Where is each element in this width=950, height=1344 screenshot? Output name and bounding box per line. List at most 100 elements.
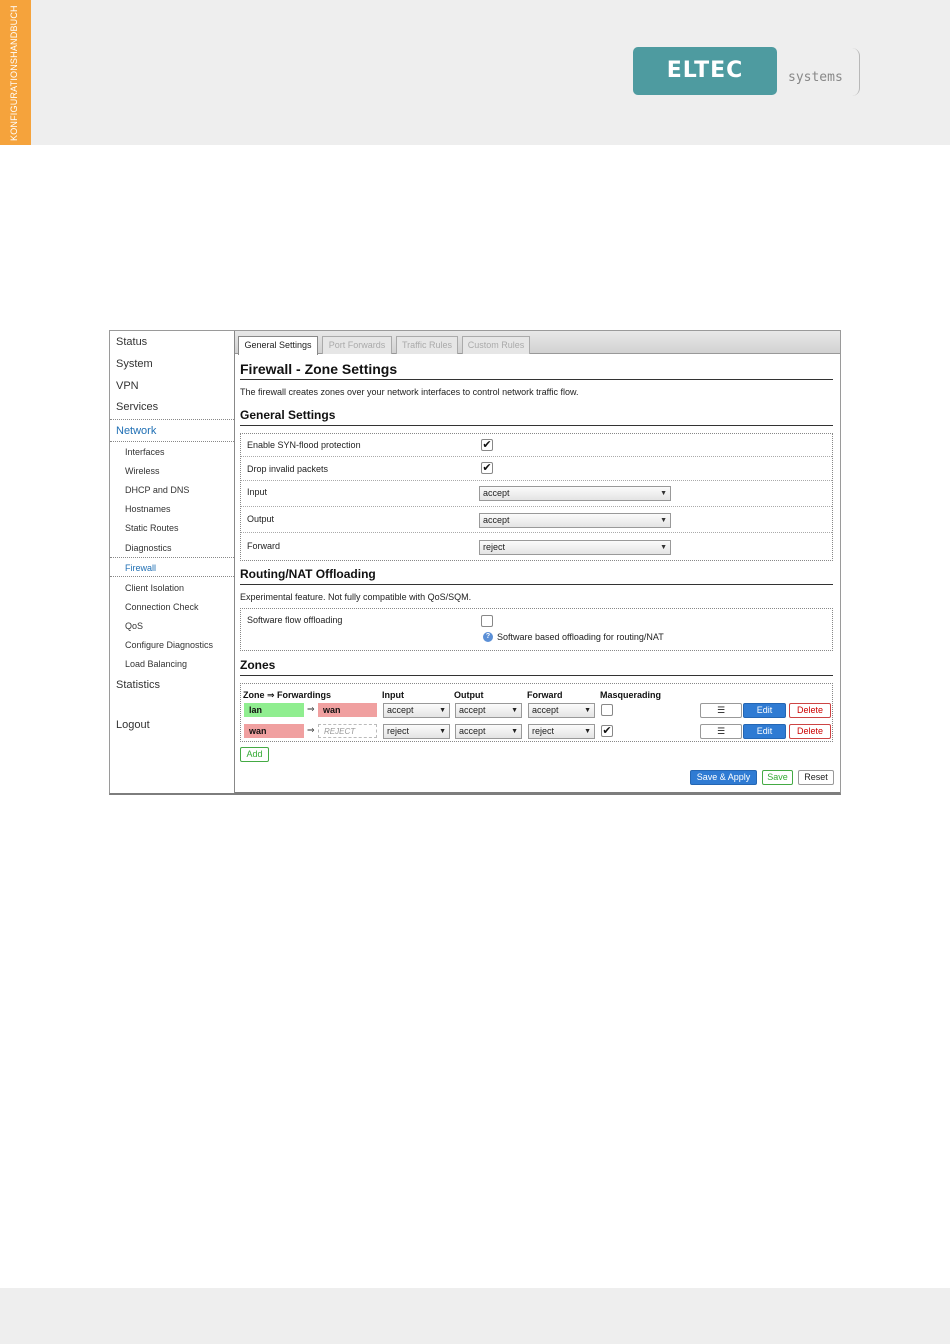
general-settings-box: Enable SYN-flood protection ✔ Drop inval… <box>240 433 833 561</box>
sidebar-sub-firewall[interactable]: Firewall <box>125 563 156 573</box>
sidebar-sub-dhcp-dns[interactable]: DHCP and DNS <box>125 485 189 495</box>
sidebar-item-statistics[interactable]: Statistics <box>116 679 160 691</box>
divider <box>240 675 833 676</box>
zones-heading: Zones <box>240 658 276 672</box>
tab-general-settings[interactable]: General Settings <box>238 336 318 355</box>
col-header-input: Input <box>382 690 404 700</box>
forward-arrow: ⇒ <box>307 725 315 735</box>
select-value: accept <box>387 705 414 715</box>
output-policy-select[interactable]: accept ▼ <box>479 513 671 528</box>
sidebar-sub-wireless[interactable]: Wireless <box>125 466 160 476</box>
chevron-down-icon: ▼ <box>660 544 667 551</box>
zone-target-reject: REJECT <box>318 724 377 738</box>
general-settings-heading: General Settings <box>240 408 336 422</box>
col-header-forward: Forward <box>527 690 563 700</box>
masquerading-checkbox[interactable] <box>601 704 613 716</box>
divider <box>241 532 832 533</box>
divider <box>240 425 833 426</box>
sidebar-item-system[interactable]: System <box>116 358 153 370</box>
sidebar-sub-hostnames[interactable]: Hostnames <box>125 504 171 514</box>
reorder-button[interactable]: ☰ <box>700 703 742 718</box>
syn-flood-label: Enable SYN-flood protection <box>247 440 361 450</box>
masquerading-checkbox[interactable]: ✔ <box>601 725 613 737</box>
forward-arrow: ⇒ <box>307 704 315 714</box>
zones-table: Zone ⇒ Forwardings Input Output Forward … <box>240 683 833 742</box>
divider <box>241 480 832 481</box>
save-apply-button[interactable]: Save & Apply <box>690 770 757 785</box>
sidebar-item-services[interactable]: Services <box>116 401 158 413</box>
tab-port-forwards[interactable]: Port Forwards <box>322 336 392 354</box>
flow-offloading-hint: Software based offloading for routing/NA… <box>497 632 664 642</box>
offloading-description: Experimental feature. Not fully compatib… <box>240 592 472 602</box>
select-value: accept <box>483 488 510 498</box>
sidebar-item-status[interactable]: Status <box>116 336 147 348</box>
sidebar-item-network[interactable]: Network <box>116 425 156 437</box>
chevron-down-icon: ▼ <box>511 707 518 714</box>
zone-output-select[interactable]: accept ▼ <box>455 703 522 718</box>
logo-bracket <box>848 48 860 96</box>
offloading-heading: Routing/NAT Offloading <box>240 567 376 581</box>
main-content: General Settings Port Forwards Traffic R… <box>235 331 840 793</box>
select-value: reject <box>387 726 410 736</box>
delete-button[interactable]: Delete <box>789 724 831 739</box>
sidebar: Status System VPN Services Network Inter… <box>110 331 235 793</box>
add-zone-button[interactable]: Add <box>240 747 269 762</box>
select-value: accept <box>459 726 486 736</box>
sidebar-sub-client-isolation[interactable]: Client Isolation <box>125 583 184 593</box>
chevron-down-icon: ▼ <box>511 728 518 735</box>
forward-policy-select[interactable]: reject ▼ <box>479 540 671 555</box>
sidebar-sub-interfaces[interactable]: Interfaces <box>125 447 165 457</box>
side-tab-label: KONFIGURATIONSHANDBUCH <box>9 5 19 141</box>
sidebar-sub-static-routes[interactable]: Static Routes <box>125 523 179 533</box>
sidebar-sub-load-balancing[interactable]: Load Balancing <box>125 659 187 669</box>
chevron-down-icon: ▼ <box>660 490 667 497</box>
zone-forward-select[interactable]: reject ▼ <box>528 724 595 739</box>
zone-output-select[interactable]: accept ▼ <box>455 724 522 739</box>
chevron-down-icon: ▼ <box>439 728 446 735</box>
offloading-box: Software flow offloading ? Software base… <box>240 608 833 651</box>
input-policy-label: Input <box>247 487 268 497</box>
flow-offloading-checkbox[interactable] <box>481 615 493 627</box>
drop-invalid-checkbox[interactable]: ✔ <box>481 462 493 474</box>
divider <box>240 379 833 380</box>
document-footer <box>0 1288 950 1344</box>
edit-button[interactable]: Edit <box>743 724 786 739</box>
divider <box>241 456 832 457</box>
chevron-down-icon: ▼ <box>660 517 667 524</box>
divider <box>110 441 234 442</box>
col-header-output: Output <box>454 690 484 700</box>
sidebar-sub-diagnostics[interactable]: Diagnostics <box>125 543 172 553</box>
divider <box>241 506 832 507</box>
zone-input-select[interactable]: accept ▼ <box>383 703 450 718</box>
select-value: accept <box>483 515 510 525</box>
syn-flood-checkbox[interactable]: ✔ <box>481 439 493 451</box>
tab-traffic-rules[interactable]: Traffic Rules <box>396 336 458 354</box>
sidebar-sub-connection-check[interactable]: Connection Check <box>125 602 199 612</box>
flow-offloading-label: Software flow offloading <box>247 615 343 625</box>
col-header-zone: Zone ⇒ Forwardings <box>243 690 332 700</box>
divider <box>110 557 234 558</box>
eltec-logo: ELTEC <box>633 47 777 95</box>
chevron-down-icon: ▼ <box>584 728 591 735</box>
tab-custom-rules[interactable]: Custom Rules <box>462 336 530 354</box>
zone-input-select[interactable]: reject ▼ <box>383 724 450 739</box>
info-icon: ? <box>483 632 493 642</box>
save-button[interactable]: Save <box>762 770 793 785</box>
edit-button[interactable]: Edit <box>743 703 786 718</box>
drop-invalid-label: Drop invalid packets <box>247 464 329 474</box>
sidebar-sub-configure-diagnostics[interactable]: Configure Diagnostics <box>125 640 213 650</box>
sidebar-item-vpn[interactable]: VPN <box>116 380 139 392</box>
forward-policy-label: Forward <box>247 541 281 551</box>
sidebar-sub-qos[interactable]: QoS <box>125 621 143 631</box>
zone-forward-select[interactable]: accept ▼ <box>528 703 595 718</box>
reset-button[interactable]: Reset <box>798 770 834 785</box>
col-header-masquerading: Masquerading <box>600 690 662 700</box>
delete-button[interactable]: Delete <box>789 703 831 718</box>
chevron-down-icon: ▼ <box>439 707 446 714</box>
document-header: KONFIGURATIONSHANDBUCH ELTEC systems <box>0 0 950 145</box>
sidebar-item-logout[interactable]: Logout <box>116 719 150 731</box>
input-policy-select[interactable]: accept ▼ <box>479 486 671 501</box>
reorder-button[interactable]: ☰ <box>700 724 742 739</box>
select-value: accept <box>459 705 486 715</box>
output-policy-label: Output <box>247 514 275 524</box>
